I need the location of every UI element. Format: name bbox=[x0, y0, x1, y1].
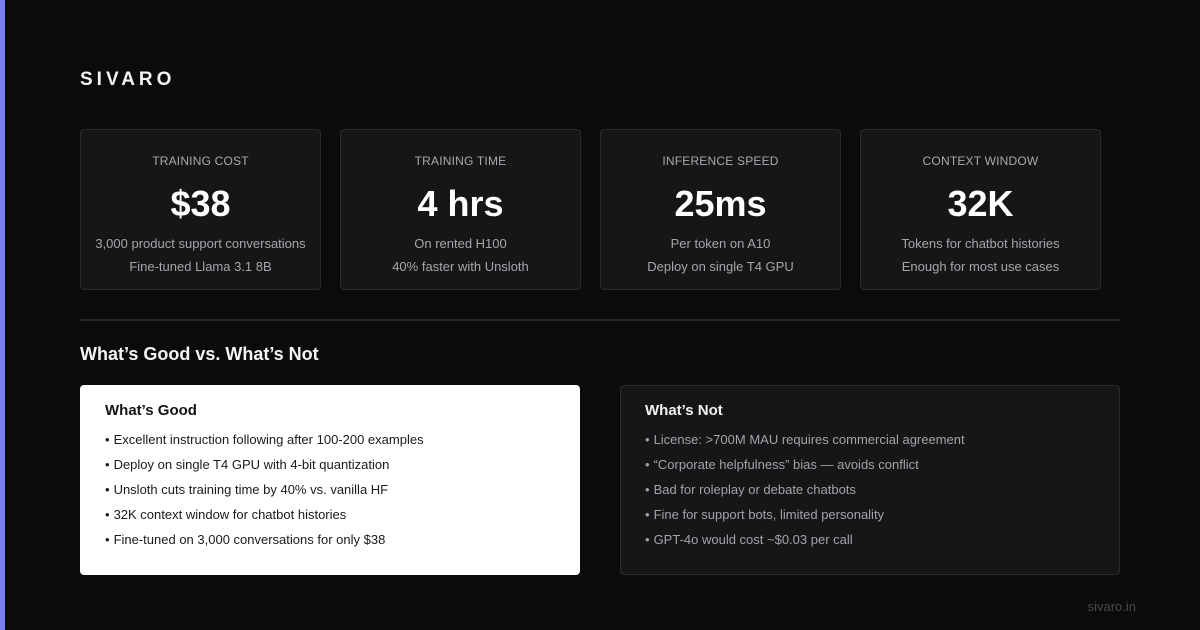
bullet-icon: • bbox=[105, 532, 110, 547]
list-item-text: Excellent instruction following after 10… bbox=[113, 432, 424, 447]
bullet-icon: • bbox=[645, 457, 650, 472]
whats-not-list: • License: >700M MAU requires commercial … bbox=[645, 432, 1095, 547]
stat-subdescription: Deploy on single T4 GPU bbox=[647, 259, 794, 274]
bullet-icon: • bbox=[645, 482, 650, 497]
stat-subdescription: Fine-tuned Llama 3.1 8B bbox=[129, 259, 272, 274]
list-item: • Unsloth cuts training time by 40% vs. v… bbox=[105, 482, 556, 497]
whats-good-panel: What’s Good • Excellent instruction follo… bbox=[80, 385, 580, 575]
stat-label: INFERENCE SPEED bbox=[662, 154, 779, 168]
stat-label: TRAINING COST bbox=[152, 154, 249, 168]
stat-card-inference-speed: INFERENCE SPEED 25ms Per token on A10 De… bbox=[600, 129, 841, 290]
stat-description: Per token on A10 bbox=[670, 236, 771, 251]
list-item-text: Bad for roleplay or debate chatbots bbox=[653, 482, 856, 497]
bullet-icon: • bbox=[645, 532, 650, 547]
list-item-text: Fine for support bots, limited personali… bbox=[653, 507, 885, 522]
list-item-text: “Corporate helpfulness” bias — avoids co… bbox=[653, 457, 919, 472]
list-item-text: Fine-tuned on 3,000 conversations for on… bbox=[113, 532, 386, 547]
whats-not-title: What’s Not bbox=[645, 402, 723, 419]
list-item: • Bad for roleplay or debate chatbots bbox=[645, 482, 1095, 497]
bullet-icon: • bbox=[645, 507, 650, 522]
brand-logo: SIVARO bbox=[80, 69, 176, 90]
list-item-text: GPT-4o would cost ~$0.03 per call bbox=[653, 532, 853, 547]
list-item-text: License: >700M MAU requires commercial a… bbox=[653, 432, 965, 447]
stat-card-context-window: CONTEXT WINDOW 32K Tokens for chatbot hi… bbox=[860, 129, 1101, 290]
whats-good-list: • Excellent instruction following after 1… bbox=[105, 432, 556, 547]
stat-subdescription: Enough for most use cases bbox=[901, 259, 1060, 274]
section-title: What’s Good vs. What’s Not bbox=[80, 344, 319, 364]
stat-card-training-cost: TRAINING COST $38 3,000 product support … bbox=[80, 129, 321, 290]
list-item-text: 32K context window for chatbot histories bbox=[113, 507, 347, 522]
bullet-icon: • bbox=[105, 457, 110, 472]
stat-value: 4 hrs bbox=[417, 183, 504, 224]
stat-value: 25ms bbox=[674, 183, 767, 224]
stat-label: CONTEXT WINDOW bbox=[922, 154, 1039, 168]
stats-row: TRAINING COST $38 3,000 product support … bbox=[80, 129, 1101, 290]
stat-subdescription: 40% faster with Unsloth bbox=[392, 259, 529, 274]
stat-label: TRAINING TIME bbox=[414, 154, 507, 168]
list-item: • Fine for support bots, limited personal… bbox=[645, 507, 1095, 522]
whats-good-title: What’s Good bbox=[105, 402, 197, 419]
accent-bar bbox=[0, 0, 5, 630]
bullet-icon: • bbox=[105, 507, 110, 522]
stat-value: 32K bbox=[947, 183, 1014, 224]
list-item-text: Deploy on single T4 GPU with 4-bit quant… bbox=[113, 457, 390, 472]
bullet-icon: • bbox=[105, 432, 110, 447]
stat-value: $38 bbox=[170, 183, 231, 224]
list-item: • Deploy on single T4 GPU with 4-bit quan… bbox=[105, 457, 556, 472]
stat-description: 3,000 product support conversations bbox=[95, 236, 306, 251]
stat-description: Tokens for chatbot histories bbox=[901, 236, 1060, 251]
list-item: • License: >700M MAU requires commercial … bbox=[645, 432, 1095, 447]
stat-description: On rented H100 bbox=[414, 236, 507, 251]
bullet-icon: • bbox=[105, 482, 110, 497]
list-item: • Fine-tuned on 3,000 conversations for o… bbox=[105, 532, 556, 547]
list-item: • GPT-4o would cost ~$0.03 per call bbox=[645, 532, 1095, 547]
footer-domain: sivaro.in bbox=[1087, 599, 1136, 614]
whats-not-panel: What’s Not • License: >700M MAU requires … bbox=[620, 385, 1120, 575]
section-divider bbox=[80, 319, 1120, 321]
bullet-icon: • bbox=[645, 432, 650, 447]
list-item: • Excellent instruction following after 1… bbox=[105, 432, 556, 447]
stat-card-training-time: TRAINING TIME 4 hrs On rented H100 40% f… bbox=[340, 129, 581, 290]
list-item-text: Unsloth cuts training time by 40% vs. va… bbox=[113, 482, 389, 497]
list-item: • 32K context window for chatbot historie… bbox=[105, 507, 556, 522]
list-item: • “Corporate helpfulness” bias — avoids c… bbox=[645, 457, 1095, 472]
